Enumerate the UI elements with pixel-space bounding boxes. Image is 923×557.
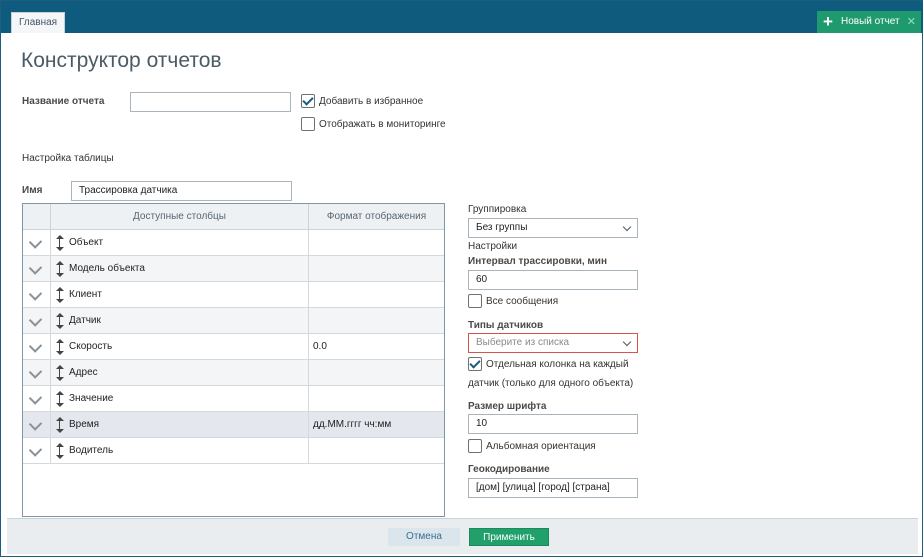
drag-handle-icon[interactable] xyxy=(56,365,64,381)
column-format-cell[interactable] xyxy=(309,230,444,255)
app-window: Главная + Новый отчет ✕ Конструктор отче… xyxy=(0,0,923,557)
column-format-cell[interactable] xyxy=(309,438,444,463)
close-icon[interactable]: ✕ xyxy=(907,11,916,33)
drag-handle-icon[interactable] xyxy=(56,391,64,407)
drag-handle-icon[interactable] xyxy=(56,235,64,251)
plus-icon: + xyxy=(823,12,833,31)
table-name-input[interactable]: Трассировка датчика xyxy=(71,181,292,201)
column-format-cell[interactable] xyxy=(309,360,444,385)
all-messages-label: Все сообщения xyxy=(486,296,559,307)
table-settings-heading: Настройка таблицы xyxy=(22,153,114,164)
apply-button[interactable]: Применить xyxy=(469,528,549,546)
column-header-available[interactable]: Доступные столбцы xyxy=(51,204,309,230)
chevron-down-icon xyxy=(622,337,632,347)
drag-handle-icon[interactable] xyxy=(56,443,64,459)
table-row[interactable]: Значение xyxy=(23,386,444,412)
drag-handle-icon[interactable] xyxy=(56,313,64,329)
separate-column-label-line1: Отдельная колонка на каждый xyxy=(486,359,629,370)
favorite-checkbox[interactable] xyxy=(301,94,315,108)
cancel-button[interactable]: Отмена xyxy=(388,528,460,546)
row-check-icon[interactable] xyxy=(28,443,43,457)
column-format-cell[interactable] xyxy=(309,386,444,411)
table-row[interactable]: Объект xyxy=(23,230,444,256)
tab-home[interactable]: Главная xyxy=(11,12,66,33)
row-check-icon[interactable] xyxy=(28,365,43,379)
grid-header: Доступные столбцы Формат отображения xyxy=(23,204,444,230)
landscape-label: Альбомная ориентация xyxy=(486,441,596,452)
interval-label: Интервал трассировки, мин xyxy=(468,256,607,267)
landscape-checkbox[interactable] xyxy=(468,439,482,453)
column-name: Адрес xyxy=(69,367,98,378)
separate-column-label-line2: датчик (только для одного объекта) xyxy=(468,378,634,389)
column-header-format[interactable]: Формат отображения xyxy=(309,204,444,230)
interval-input[interactable]: 60 xyxy=(468,270,638,290)
separate-column-checkbox[interactable] xyxy=(468,357,482,371)
all-messages-checkbox[interactable] xyxy=(468,294,482,308)
column-name: Водитель xyxy=(69,445,114,456)
sensor-types-select[interactable]: Выберите из списка xyxy=(468,333,638,353)
new-report-label: Новый отчет xyxy=(841,16,900,27)
column-name: Объект xyxy=(69,237,104,248)
row-check-icon[interactable] xyxy=(28,235,43,249)
grouping-select[interactable]: Без группы xyxy=(468,218,638,238)
report-name-label: Название отчета xyxy=(22,96,105,107)
sensor-types-placeholder: Выберите из списка xyxy=(476,337,570,348)
table-name-label: Имя xyxy=(22,185,43,196)
font-size-label: Размер шрифта xyxy=(468,401,547,412)
grid-header-check xyxy=(23,204,51,230)
new-report-button[interactable]: + Новый отчет ✕ xyxy=(817,11,921,33)
monitoring-checkbox[interactable] xyxy=(301,117,315,131)
column-format-cell[interactable] xyxy=(309,308,444,333)
table-row[interactable]: Модель объекта xyxy=(23,256,444,282)
row-check-icon[interactable] xyxy=(28,339,43,353)
column-format-cell[interactable]: дд.ММ.гггг чч:мм xyxy=(309,412,444,437)
row-check-icon[interactable] xyxy=(28,313,43,327)
table-row[interactable]: Водитель xyxy=(23,438,444,464)
top-bar: Главная + Новый отчет ✕ xyxy=(1,1,923,33)
table-row[interactable]: Скорость 0.0 xyxy=(23,334,444,360)
grouping-label: Группировка xyxy=(468,204,527,215)
row-check-icon[interactable] xyxy=(28,417,43,431)
column-format-cell[interactable] xyxy=(309,256,444,281)
table-row[interactable]: Клиент xyxy=(23,282,444,308)
column-name: Клиент xyxy=(69,289,102,300)
row-check-icon[interactable] xyxy=(28,391,43,405)
table-row[interactable]: Время дд.ММ.гггг чч:мм xyxy=(23,412,444,438)
drag-handle-icon[interactable] xyxy=(56,261,64,277)
row-check-icon[interactable] xyxy=(28,261,43,275)
column-format-cell[interactable] xyxy=(309,282,444,307)
column-name: Скорость xyxy=(69,341,113,352)
font-size-input[interactable]: 10 xyxy=(468,414,638,434)
drag-handle-icon[interactable] xyxy=(56,287,64,303)
column-name: Датчик xyxy=(69,315,101,326)
table-row[interactable]: Адрес xyxy=(23,360,444,386)
report-constructor-panel: Конструктор отчетов Название отчета Доба… xyxy=(7,33,918,518)
page-title: Конструктор отчетов xyxy=(21,49,222,72)
geocoding-label: Геокодирование xyxy=(468,464,550,475)
column-name: Время xyxy=(69,419,100,430)
columns-grid: Доступные столбцы Формат отображения Объ… xyxy=(22,203,445,517)
settings-label: Настройки xyxy=(468,241,518,252)
chevron-down-icon xyxy=(622,222,632,232)
geocoding-input[interactable]: [дом] [улица] [город] [страна] xyxy=(468,478,638,498)
drag-handle-icon[interactable] xyxy=(56,339,64,355)
favorite-label: Добавить в избранное xyxy=(319,96,424,107)
drag-handle-icon[interactable] xyxy=(56,417,64,433)
column-name: Значение xyxy=(69,393,114,404)
table-row[interactable]: Датчик xyxy=(23,308,444,334)
column-format-cell[interactable]: 0.0 xyxy=(309,334,444,359)
report-name-input[interactable] xyxy=(130,92,291,112)
column-name: Модель объекта xyxy=(69,263,145,274)
footer-bar: Отмена Применить xyxy=(7,518,918,554)
monitoring-label: Отображать в мониторинге xyxy=(319,119,446,130)
row-check-icon[interactable] xyxy=(28,287,43,301)
sensor-types-label: Типы датчиков xyxy=(468,320,544,331)
grouping-value: Без группы xyxy=(476,222,528,233)
